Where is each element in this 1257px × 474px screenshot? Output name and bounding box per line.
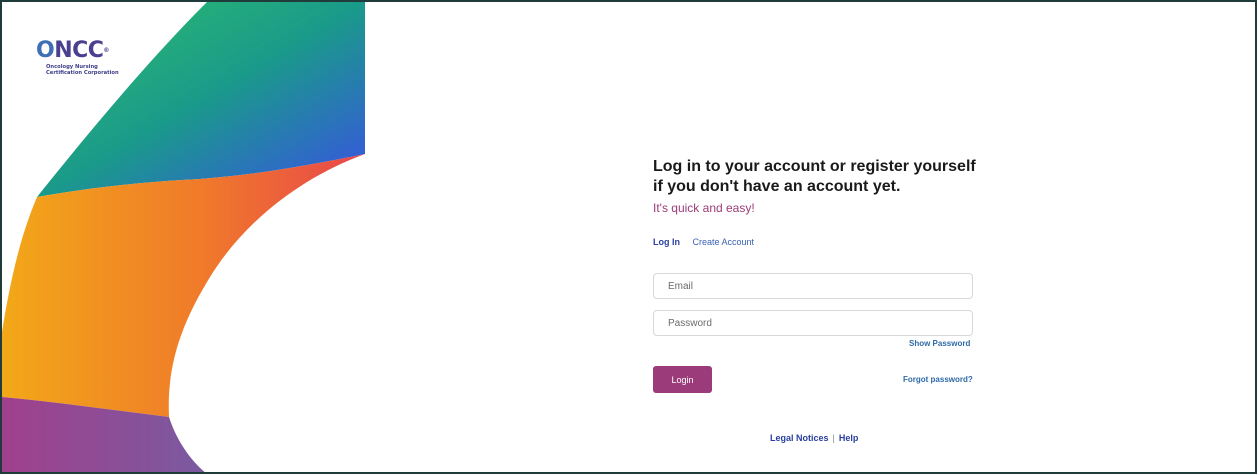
- logo-subtitle: Oncology Nursing Certification Corporati…: [46, 64, 119, 76]
- logo-wordmark: ONCC®: [36, 38, 109, 63]
- page-title: Log in to your account or register yours…: [653, 158, 976, 195]
- tagline: It's quick and easy!: [653, 201, 755, 215]
- forgot-password-link[interactable]: Forgot password?: [903, 375, 973, 384]
- auth-tabs: Log In Create Account: [653, 237, 978, 247]
- page-frame: ONCC® Oncology Nursing Certification Cor…: [0, 0, 1257, 474]
- oncc-logo: ONCC® Oncology Nursing Certification Cor…: [36, 38, 119, 77]
- login-button[interactable]: Login: [653, 366, 712, 393]
- email-field[interactable]: [653, 273, 973, 299]
- tab-create-account[interactable]: Create Account: [693, 237, 755, 247]
- footer-separator: |: [832, 433, 835, 443]
- password-field[interactable]: [653, 310, 973, 336]
- login-panel: Log in to your account or register yours…: [653, 157, 978, 393]
- footer-links: Legal Notices | Help: [770, 433, 858, 443]
- legal-notices-link[interactable]: Legal Notices: [770, 433, 829, 443]
- show-password-link[interactable]: Show Password: [909, 339, 970, 348]
- help-link[interactable]: Help: [839, 433, 859, 443]
- tab-login[interactable]: Log In: [653, 237, 680, 247]
